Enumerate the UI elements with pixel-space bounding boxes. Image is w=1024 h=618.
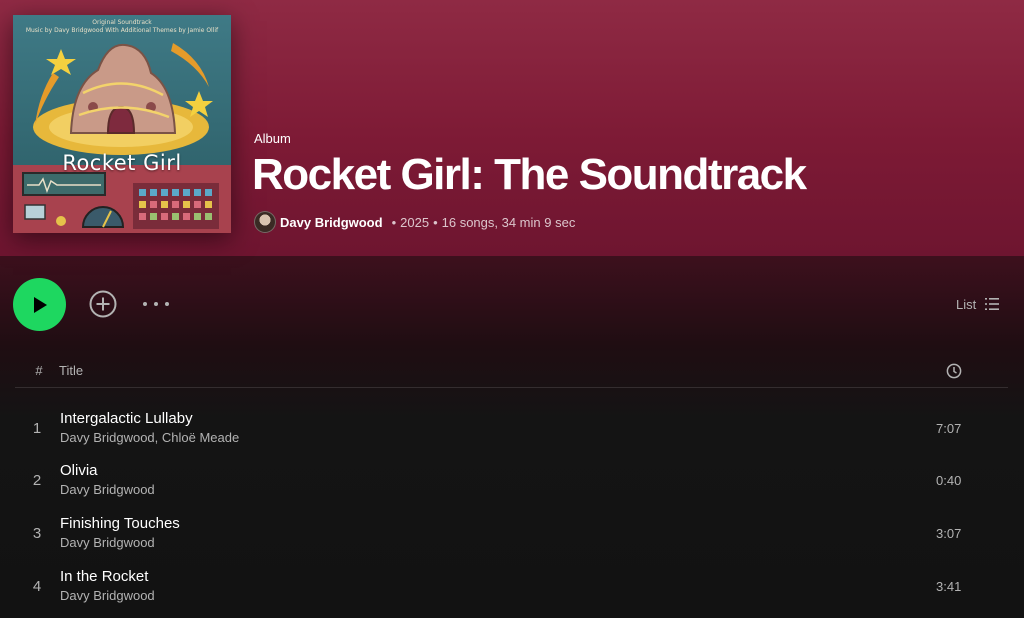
track-row[interactable]: 3 Finishing Touches Davy Bridgwood 3:07 [15,509,1008,561]
play-button[interactable] [13,278,66,331]
header-duration[interactable] [946,363,962,382]
track-duration: 0:40 [936,473,962,488]
album-cover: Original Soundtrack Music by Davy Bridgw… [13,15,231,233]
track-row[interactable]: 2 Olivia Davy Bridgwood 0:40 [15,456,1008,508]
tracklist-header: # Title [15,355,1008,388]
track-artists[interactable]: Davy Bridgwood [60,482,155,497]
separator-dot: • [391,214,397,230]
track-number: 1 [32,420,42,437]
album-title: Rocket Girl: The Soundtrack [252,150,807,199]
separator-dot: • [433,214,438,230]
play-icon [33,296,47,313]
track-artists[interactable]: Davy Bridgwood [60,588,155,603]
album-type-label: Album [254,131,291,146]
album-year: 2025 [400,214,430,230]
track-title[interactable]: Olivia [60,462,98,479]
track-number: 4 [32,578,42,595]
track-duration: 7:07 [936,421,962,436]
header-number: # [35,363,43,378]
clock-icon [946,363,962,379]
track-duration: 3:07 [936,526,962,541]
plus-circle-icon [89,290,117,318]
header-title[interactable]: Title [59,363,83,378]
album-meta: Davy Bridgwood • 2025 • 16 songs, 34 min… [254,210,575,234]
album-stats: 16 songs, 34 min 9 sec [441,214,576,230]
track-duration: 3:41 [936,579,962,594]
track-artists[interactable]: Davy Bridgwood, Chloë Meade [60,430,239,445]
list-icon [985,298,1000,310]
add-to-library-button[interactable] [89,290,117,318]
more-options-button[interactable] [143,296,169,312]
cover-title-text: Rocket Girl [62,151,182,175]
track-number: 2 [32,472,42,489]
track-artists[interactable]: Davy Bridgwood [60,535,155,550]
cover-credit-text: Original Soundtrack Music by Davy Bridgw… [25,19,219,34]
artist-avatar[interactable] [254,211,276,233]
view-toggle-label: List [956,296,977,312]
track-number: 3 [32,525,42,542]
track-title[interactable]: Intergalactic Lullaby [60,410,193,427]
artist-link[interactable]: Davy Bridgwood [280,215,383,230]
more-horizontal-icon [143,302,147,306]
track-title[interactable]: In the Rocket [60,568,148,585]
track-row[interactable]: 4 In the Rocket Davy Bridgwood 3:41 [15,562,1008,614]
view-toggle-button[interactable]: List [956,295,1000,313]
track-row[interactable]: 1 Intergalactic Lullaby Davy Bridgwood, … [15,404,1008,456]
track-title[interactable]: Finishing Touches [60,515,180,532]
